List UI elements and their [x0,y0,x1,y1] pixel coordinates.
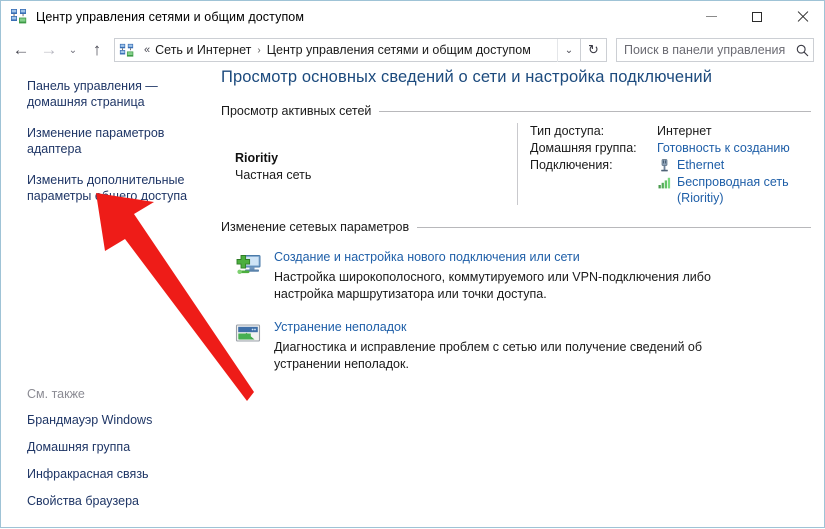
section-header-active-networks: Просмотр активных сетей [221,104,811,118]
detail-value-homegroup-link[interactable]: Готовность к созданию [657,140,790,157]
page-title: Просмотр основных сведений о сети и наст… [221,68,713,86]
window-controls [689,1,824,32]
close-icon [796,11,808,23]
see-also-title: См. также [27,387,85,401]
connection-item-wireless[interactable]: Беспроводная сеть (Rioritiy) [657,174,824,206]
title-bar: Центр управления сетями и общим доступом [1,1,824,32]
breadcrumb-network-icon [119,43,134,58]
task-link-create-connection[interactable]: Создание и настройка нового подключения … [274,250,580,265]
forward-button[interactable]: → [35,35,63,65]
task-create-connection[interactable]: Создание и настройка нового подключения … [233,250,813,303]
task-description-troubleshoot: Диагностика и исправление проблем с сеть… [274,340,703,371]
task-troubleshoot[interactable]: Устранение неполадок Диагностика и испра… [233,320,813,373]
back-button[interactable]: ← [7,35,35,65]
network-details-divider [517,123,518,205]
sidebar-item-change-advanced-sharing-settings[interactable]: Изменить дополнительные параметры общего… [27,172,202,204]
content-area: Панель управления — домашняя страница Из… [1,68,824,527]
troubleshoot-icon [233,320,263,350]
ethernet-plug-icon [657,158,672,173]
detail-label-access-type: Тип доступа: [530,124,605,138]
search-icon[interactable] [791,44,813,57]
connection-item-ethernet[interactable]: Ethernet [657,157,824,173]
minimize-button[interactable] [689,1,734,32]
recent-locations-button[interactable]: ⌄ [63,35,83,65]
task-body: Устранение неполадок Диагностика и испра… [274,320,813,373]
breadcrumb-separator: › [257,44,261,56]
task-body: Создание и настройка нового подключения … [274,250,813,303]
detail-value-access-type: Интернет [657,124,712,138]
sidebar-item-windows-firewall[interactable]: Брандмауэр Windows [27,412,207,428]
window-title: Центр управления сетями и общим доступом [36,9,305,24]
new-connection-icon [233,250,263,280]
breadcrumb[interactable]: « Сеть и Интернет › Центр управления сет… [114,38,581,62]
detail-label-homegroup: Домашняя группа: [530,141,637,155]
search-input[interactable] [617,42,791,58]
sidebar-item-infrared[interactable]: Инфракрасная связь [27,466,207,482]
network-sharing-center-icon [10,8,27,25]
section-title-active-networks: Просмотр активных сетей [221,104,372,118]
navigation-bar: ← → ⌄ ↑ « Сеть и Интернет › Центр управл… [1,32,824,68]
minimize-icon [706,16,717,17]
up-button[interactable]: ↑ [83,35,111,65]
breadcrumb-item-network[interactable]: Сеть и Интернет [155,43,251,57]
connection-label-wireless[interactable]: Беспроводная сеть (Rioritiy) [677,174,824,206]
sidebar-item-change-adapter-settings[interactable]: Изменение параметров адаптера [27,125,202,157]
sidebar-item-control-panel-home[interactable]: Панель управления — домашняя страница [27,78,202,110]
sidebar: Панель управления — домашняя страница Из… [1,68,213,527]
section-title-change-settings: Изменение сетевых параметров [221,220,410,234]
maximize-icon [751,11,762,22]
connections-list: Ethernet Беспроводная сеть (Rioritiy) [657,157,824,207]
control-panel-window: Центр управления сетями и общим доступом… [0,0,825,528]
active-network-name: Rioritiy [235,151,279,165]
main-pane: Просмотр основных сведений о сети и наст… [213,68,824,527]
task-description-create-connection: Настройка широкополосного, коммутируемог… [274,270,711,301]
breadcrumb-item-sharing-center[interactable]: Центр управления сетями и общим доступом [267,43,531,57]
active-network-type: Частная сеть [235,168,312,182]
section-header-change-settings: Изменение сетевых параметров [221,220,811,234]
close-button[interactable] [779,1,824,32]
connection-label-ethernet[interactable]: Ethernet [677,157,724,173]
section-rule [417,226,811,228]
active-network-details: Тип доступа: Интернет Домашняя группа: Г… [530,123,824,207]
detail-label-connections: Подключения: [530,158,613,172]
maximize-button[interactable] [734,1,779,32]
breadcrumb-overflow[interactable]: « [139,44,155,56]
detail-row-access-type: Тип доступа: Интернет [530,123,824,140]
wireless-signal-icon [657,175,672,190]
refresh-button[interactable]: ↻ [581,38,607,62]
detail-row-homegroup: Домашняя группа: Готовность к созданию [530,140,824,157]
search-box[interactable] [616,38,814,62]
sidebar-item-internet-options[interactable]: Свойства браузера [27,493,207,509]
breadcrumb-dropdown-icon[interactable]: ⌄ [557,38,580,62]
detail-row-connections: Подключения: Ethernet Беспроводная сеть … [530,157,824,207]
task-link-troubleshoot[interactable]: Устранение неполадок [274,320,406,335]
section-rule [379,110,811,112]
see-also-section: См. также Брандмауэр Windows Домашняя гр… [27,387,207,509]
sidebar-item-homegroup[interactable]: Домашняя группа [27,439,207,455]
sidebar-top-links: Панель управления — домашняя страница Из… [27,78,202,219]
